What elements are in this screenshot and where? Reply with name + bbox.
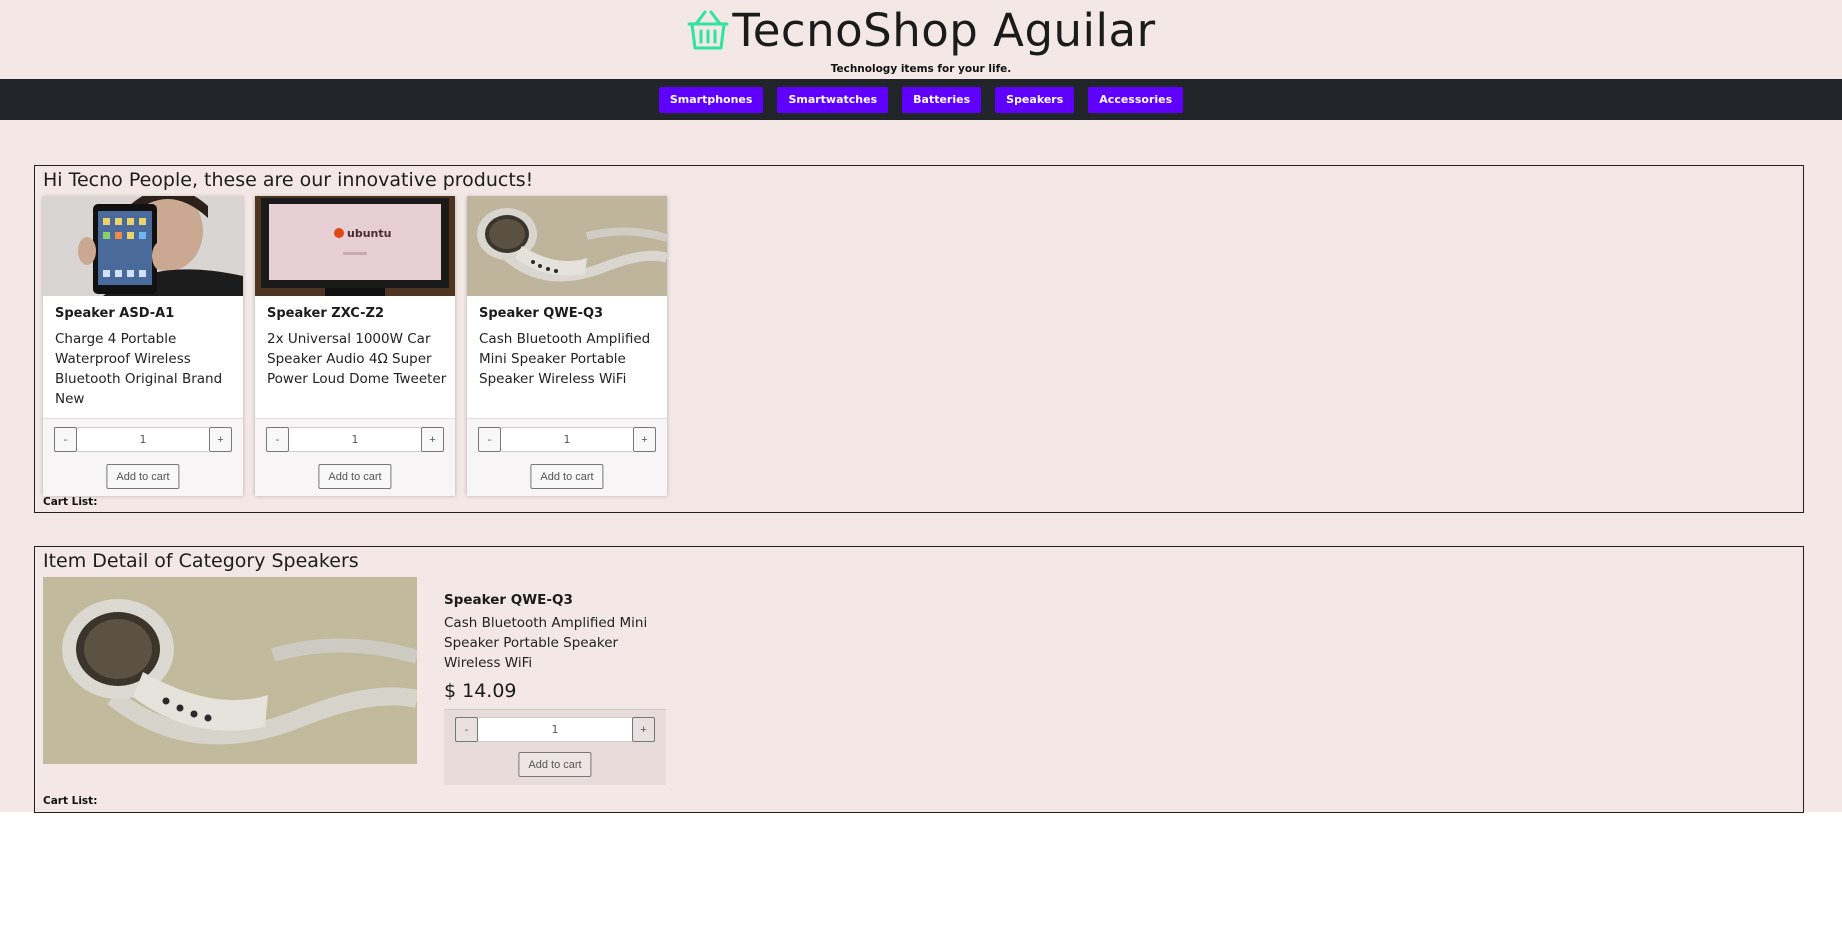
quantity-stepper: - 1 + xyxy=(455,717,655,742)
product-card: Speaker ASD-A1 Charge 4 Portable Waterpr… xyxy=(43,196,243,496)
category-nav: Smartphones Smartwatches Batteries Speak… xyxy=(0,79,1842,120)
cart-list-label: Cart List: xyxy=(43,795,98,807)
detail-title: Item Detail of Category Speakers xyxy=(43,550,359,572)
detail-section: Item Detail of Category Speakers Speaker… xyxy=(34,546,1804,813)
quantity-input[interactable]: 1 xyxy=(501,427,633,452)
increase-button[interactable]: + xyxy=(209,427,232,452)
detail-product-price: $ 14.09 xyxy=(444,680,517,702)
page: TecnoShop Aguilar Technology items for y… xyxy=(0,0,1842,813)
product-name: Speaker QWE-Q3 xyxy=(479,306,604,321)
decrease-button[interactable]: - xyxy=(266,427,289,452)
increase-button[interactable]: + xyxy=(632,717,655,742)
nav-speakers-button[interactable]: Speakers xyxy=(995,86,1075,113)
increase-button[interactable]: + xyxy=(421,427,444,452)
product-image[interactable]: ubuntu xyxy=(255,196,455,296)
detail-actions: - 1 + Add to cart xyxy=(444,709,666,785)
decrease-button[interactable]: - xyxy=(455,717,478,742)
add-to-cart-button[interactable]: Add to cart xyxy=(530,464,604,489)
site-header: TecnoShop Aguilar Technology items for y… xyxy=(0,0,1842,79)
decrease-button[interactable]: - xyxy=(478,427,501,452)
detail-image xyxy=(43,577,417,764)
quantity-input[interactable]: 1 xyxy=(289,427,421,452)
product-name: Speaker ZXC-Z2 xyxy=(267,306,384,321)
detail-product-name: Speaker QWE-Q3 xyxy=(444,592,573,608)
products-section: Hi Tecno People, these are our innovativ… xyxy=(34,165,1804,513)
monitor-ubuntu-screen-image: ubuntu xyxy=(255,196,455,296)
product-actions: - 1 + Add to cart xyxy=(467,418,667,496)
nav-accessories-button[interactable]: Accessories xyxy=(1088,86,1184,113)
basket-icon xyxy=(687,10,729,49)
nav-batteries-button[interactable]: Batteries xyxy=(902,86,982,113)
product-card: Speaker QWE-Q3 Cash Bluetooth Amplified … xyxy=(467,196,667,496)
increase-button[interactable]: + xyxy=(633,427,656,452)
product-name: Speaker ASD-A1 xyxy=(55,306,175,321)
cart-list-label: Cart List: xyxy=(43,496,98,508)
white-earbuds-image xyxy=(467,196,667,296)
product-actions: - 1 + Add to cart xyxy=(255,418,455,496)
product-image[interactable] xyxy=(43,196,243,296)
person-holding-tablet-image xyxy=(43,196,243,296)
site-title: TecnoShop Aguilar xyxy=(732,4,1156,57)
add-to-cart-button[interactable]: Add to cart xyxy=(318,464,392,489)
quantity-input[interactable]: 1 xyxy=(478,717,632,742)
add-to-cart-button[interactable]: Add to cart xyxy=(106,464,180,489)
product-actions: - 1 + Add to cart xyxy=(43,418,243,496)
products-title: Hi Tecno People, these are our innovativ… xyxy=(43,169,534,191)
white-earbuds-image xyxy=(43,577,417,764)
nav-smartphones-button[interactable]: Smartphones xyxy=(658,86,764,113)
quantity-stepper: - 1 + xyxy=(54,427,232,452)
brand[interactable]: TecnoShop Aguilar xyxy=(0,4,1842,58)
quantity-input[interactable]: 1 xyxy=(77,427,209,452)
product-description: Cash Bluetooth Amplified Mini Speaker Po… xyxy=(479,331,651,387)
product-description: Charge 4 Portable Waterproof Wireless Bl… xyxy=(55,331,223,407)
product-card: ubuntu Speaker ZXC-Z2 2x Universal 1000W… xyxy=(255,196,455,496)
add-to-cart-button[interactable]: Add to cart xyxy=(518,752,592,777)
nav-smartwatches-button[interactable]: Smartwatches xyxy=(777,86,889,113)
quantity-stepper: - 1 + xyxy=(478,427,656,452)
tagline: Technology items for your life. xyxy=(830,63,1012,75)
product-image[interactable] xyxy=(467,196,667,296)
product-description: 2x Universal 1000W Car Speaker Audio 4Ω … xyxy=(267,331,447,387)
svg-text:ubuntu: ubuntu xyxy=(347,227,391,240)
decrease-button[interactable]: - xyxy=(54,427,77,452)
quantity-stepper: - 1 + xyxy=(266,427,444,452)
detail-product-description: Cash Bluetooth Amplified Mini Speaker Po… xyxy=(444,615,648,671)
